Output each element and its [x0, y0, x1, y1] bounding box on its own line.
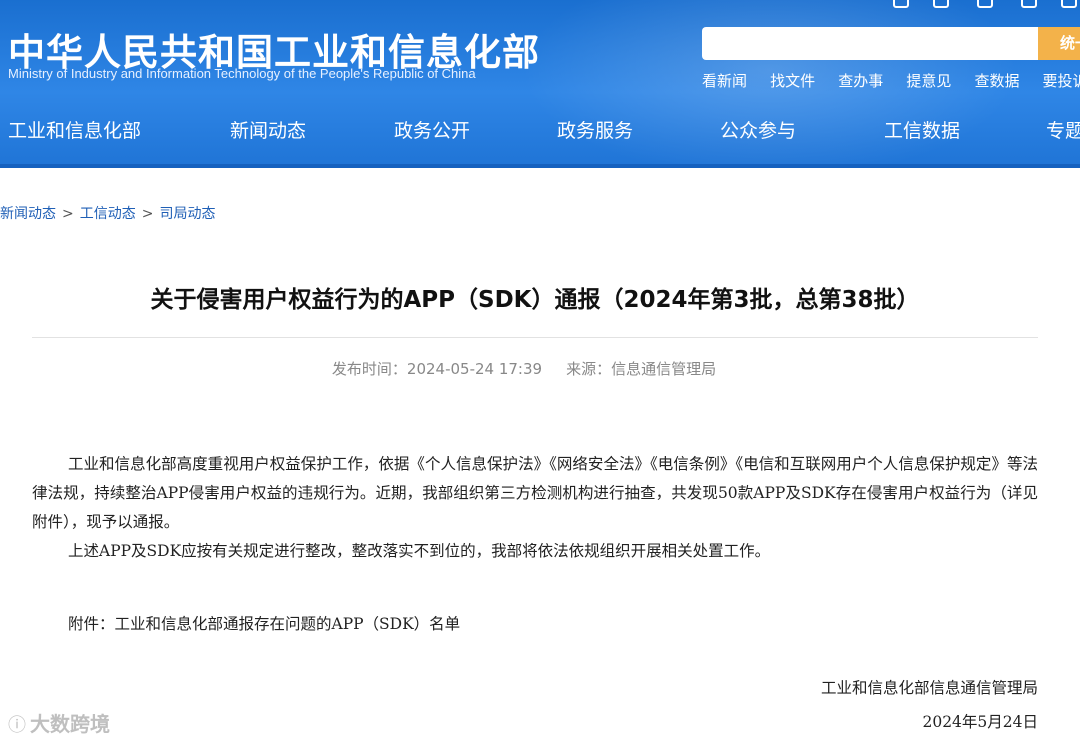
signature-date: 2024年5月24日 — [922, 713, 1038, 731]
quick-link-files[interactable]: 找文件 — [770, 72, 815, 90]
accessibility-icon[interactable] — [977, 0, 993, 8]
quick-link-news[interactable]: 看新闻 — [702, 72, 747, 90]
weibo-icon[interactable] — [893, 0, 909, 8]
quick-link-complaint[interactable]: 要投诉 — [1043, 72, 1080, 90]
nav-divider — [0, 164, 1080, 168]
search-input[interactable] — [702, 27, 1038, 60]
site-header: 中华人民共和国工业和信息化部 Ministry of Industry and … — [0, 0, 1080, 168]
nav-item-data[interactable]: 工信数据 — [884, 116, 960, 143]
signature-org: 工业和信息化部信息通信管理局 — [820, 679, 1038, 697]
article-source: 来源：信息通信管理局 — [566, 360, 717, 378]
quick-links: 看新闻 找文件 查办事 提意见 查数据 要投诉 — [702, 70, 1080, 91]
wechat-icon[interactable] — [1061, 0, 1077, 8]
top-toolbar-icons — [885, 0, 1080, 10]
attachment-link[interactable]: 附件：工业和信息化部通报存在问题的APP（SDK）名单 — [68, 612, 460, 634]
title-divider — [32, 337, 1038, 338]
quick-link-feedback[interactable]: 提意见 — [906, 72, 951, 90]
nav-item-public[interactable]: 公众参与 — [720, 116, 796, 143]
nav-item-gov-open[interactable]: 政务公开 — [394, 116, 470, 143]
quick-link-services[interactable]: 查办事 — [838, 72, 883, 90]
breadcrumb-news[interactable]: 新闻动态 — [0, 206, 56, 222]
paragraph: 上述APP及SDK应按有关规定进行整改，整改落实不到位的，我部将依法依规组织开展… — [68, 542, 771, 560]
breadcrumb-separator: > — [141, 206, 154, 222]
watermark-logo-icon: ⓘ — [8, 715, 26, 736]
mobile-icon[interactable] — [933, 0, 949, 8]
nav-item-gov-service[interactable]: 政务服务 — [557, 116, 633, 143]
quick-link-data[interactable]: 查数据 — [974, 72, 1019, 90]
mail-icon[interactable] — [1021, 0, 1037, 8]
nav-item-news[interactable]: 新闻动态 — [230, 116, 306, 143]
search-button[interactable]: 统一 — [1038, 27, 1080, 60]
paragraph: 工业和信息化部高度重视用户权益保护工作，依据《个人信息保护法》《网络安全法》《电… — [32, 455, 1038, 531]
breadcrumb: 新闻动态 > 工信动态 > 司局动态 — [0, 203, 215, 223]
watermark: ⓘ 大数跨境 — [8, 708, 110, 737]
article-body: 工业和信息化部高度重视用户权益保护工作，依据《个人信息保护法》《网络安全法》《电… — [32, 450, 1038, 566]
breadcrumb-mit-news[interactable]: 工信动态 — [80, 206, 136, 222]
publish-time: 发布时间：2024-05-24 17:39 — [331, 360, 543, 378]
nav-item-topics[interactable]: 专题 — [1046, 116, 1080, 143]
article-meta: 发布时间：2024-05-24 17:39 来源：信息通信管理局 — [0, 358, 1048, 379]
site-subtitle: Ministry of Industry and Information Tec… — [8, 66, 476, 81]
watermark-text: 大数跨境 — [30, 712, 110, 736]
breadcrumb-dept-news[interactable]: 司局动态 — [159, 206, 215, 222]
breadcrumb-separator: > — [62, 206, 74, 222]
main-nav: 工业和信息化部 新闻动态 政务公开 政务服务 公众参与 工信数据 专题 — [0, 110, 1080, 152]
nav-item-home[interactable]: 工业和信息化部 — [8, 116, 141, 143]
article-title: 关于侵害用户权益行为的APP（SDK）通报（2024年第3批，总第38批） — [150, 287, 920, 313]
